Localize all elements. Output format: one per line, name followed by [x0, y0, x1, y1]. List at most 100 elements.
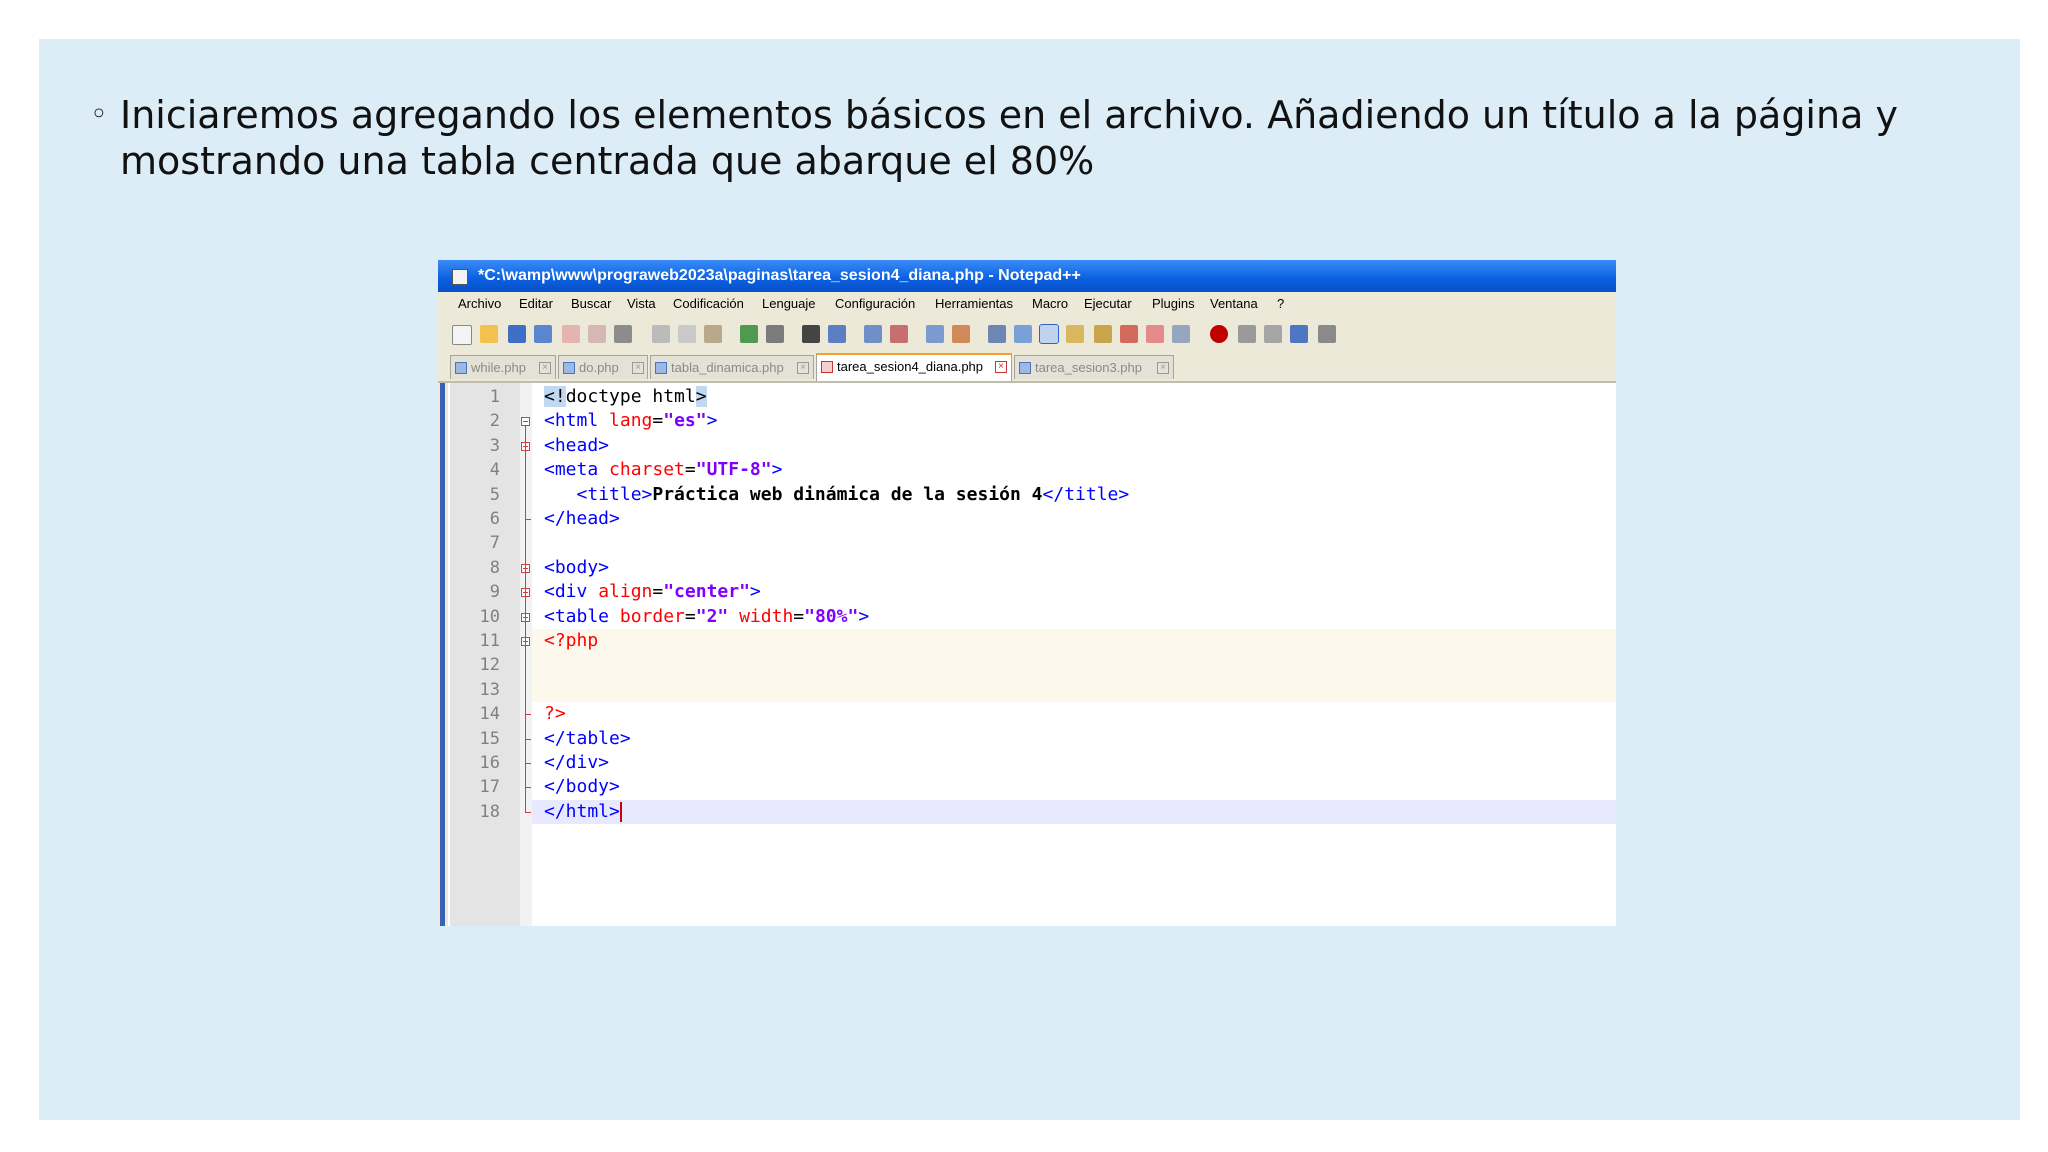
- document-map-icon[interactable]: [1094, 325, 1112, 343]
- function-list-icon[interactable]: [1120, 325, 1138, 343]
- code-line: <html lang="es">: [544, 409, 717, 433]
- sync-vertical-icon[interactable]: [926, 325, 944, 343]
- line-number: 4: [489, 460, 500, 481]
- menu-ventana[interactable]: Ventana: [1210, 292, 1258, 316]
- close-icon[interactable]: [562, 325, 580, 343]
- close-icon[interactable]: ×: [539, 362, 551, 374]
- code-token: =: [684, 605, 696, 627]
- fold-end-tick: [525, 714, 531, 716]
- close-icon[interactable]: ×: [632, 362, 644, 374]
- code-token: </title>: [1042, 483, 1130, 505]
- code-token: <meta: [544, 459, 610, 481]
- menu-plugins[interactable]: Plugins: [1152, 292, 1195, 316]
- code-line: <div align="center">: [544, 580, 761, 604]
- notepadpp-app-icon: [452, 269, 468, 285]
- menu-archivo[interactable]: Archivo: [458, 292, 501, 316]
- tab-tabla-dinamica-php[interactable]: tabla_dinamica.php ×: [650, 355, 814, 379]
- code-editor[interactable]: 1 2 3 4 5 6 7 8 9 10 11 12 13 14 15 16 17 18 <!doctype htm…: [438, 383, 1616, 926]
- zoom-in-icon[interactable]: [864, 325, 882, 343]
- menu-herramientas[interactable]: Herramientas: [935, 292, 1013, 316]
- menu-configuracion[interactable]: Configuración: [835, 292, 915, 316]
- zoom-out-icon[interactable]: [890, 325, 908, 343]
- notepadpp-screenshot: *C:\wamp\www\prograweb2023a\paginas\tare…: [438, 260, 1616, 926]
- close-icon[interactable]: ×: [1157, 362, 1169, 374]
- find-icon[interactable]: [802, 325, 820, 343]
- new-file-icon[interactable]: [452, 325, 472, 345]
- menu-editar[interactable]: Editar: [519, 292, 553, 316]
- menu-codificacion[interactable]: Codificación: [673, 292, 744, 316]
- print-icon[interactable]: [614, 325, 632, 343]
- file-icon: [563, 362, 575, 374]
- code-token: "2": [695, 605, 729, 627]
- line-number: 10: [479, 606, 500, 627]
- bullet-paragraph: ◦ Iniciaremos agregando los elementos bá…: [90, 92, 1950, 184]
- tab-label: tarea_sesion3.php: [1035, 360, 1142, 375]
- user-language-icon[interactable]: [1066, 325, 1084, 343]
- current-line-highlight: [532, 799, 1616, 825]
- monitoring-eye-icon[interactable]: [1172, 325, 1190, 343]
- line-number: 11: [479, 631, 500, 651]
- close-icon[interactable]: ×: [995, 361, 1007, 373]
- open-folder-icon[interactable]: [480, 325, 498, 343]
- menu-buscar[interactable]: Buscar: [571, 292, 611, 316]
- code-line: <head>: [544, 434, 609, 458]
- file-icon: [455, 362, 467, 374]
- tab-tarea-sesion3-php[interactable]: tarea_sesion3.php ×: [1014, 355, 1174, 379]
- paste-icon[interactable]: [704, 325, 722, 343]
- code-token: >: [749, 581, 761, 603]
- code-token: <head>: [544, 434, 610, 456]
- line-number: 8: [489, 557, 500, 578]
- save-icon[interactable]: [508, 325, 526, 343]
- copy-icon[interactable]: [678, 325, 696, 343]
- menu-lenguaje[interactable]: Lenguaje: [762, 292, 816, 316]
- save-all-icon[interactable]: [534, 325, 552, 343]
- code-token: >: [858, 605, 870, 627]
- fold-end-tick: [525, 811, 531, 813]
- line-number: 9: [489, 582, 500, 603]
- code-token: =: [684, 459, 696, 481]
- line-number: 3: [489, 435, 500, 456]
- folder-workspace-icon[interactable]: [1146, 325, 1164, 343]
- code-token: <div: [544, 581, 599, 603]
- code-token: lang: [609, 410, 653, 432]
- file-icon: [1019, 362, 1031, 374]
- bullet-marker: ◦: [90, 97, 108, 132]
- code-line: <table border="2" width="80%">: [544, 605, 869, 629]
- menu-bar: Archivo Editar Buscar Vista Codificación…: [438, 292, 1616, 316]
- cut-icon[interactable]: [652, 325, 670, 343]
- menu-macro[interactable]: Macro: [1032, 292, 1068, 316]
- close-icon[interactable]: ×: [797, 362, 809, 374]
- tab-tarea-sesion4-diana-php[interactable]: tarea_sesion4_diana.php ×: [816, 353, 1012, 381]
- window-titlebar[interactable]: *C:\wamp\www\prograweb2023a\paginas\tare…: [438, 260, 1616, 292]
- line-number: 16: [479, 753, 500, 773]
- word-wrap-icon[interactable]: [988, 325, 1006, 343]
- undo-icon[interactable]: [740, 325, 758, 343]
- save-macro-icon[interactable]: [1318, 325, 1336, 343]
- indent-guide-icon[interactable]: [1039, 324, 1059, 344]
- replace-icon[interactable]: [828, 325, 846, 343]
- run-macro-multiple-icon[interactable]: [1290, 325, 1308, 343]
- code-line: <!doctype html>: [544, 385, 707, 409]
- play-macro-icon[interactable]: [1264, 325, 1282, 343]
- close-all-icon[interactable]: [588, 325, 606, 343]
- code-line: <title>Práctica web dinámica de la sesió…: [544, 483, 1130, 507]
- tab-do-php[interactable]: do.php ×: [558, 355, 648, 379]
- code-token: "center": [663, 581, 750, 603]
- show-all-characters-icon[interactable]: [1014, 325, 1032, 343]
- menu-help[interactable]: ?: [1277, 292, 1284, 316]
- sync-horizontal-icon[interactable]: [952, 325, 970, 343]
- file-icon: [655, 362, 667, 374]
- menu-vista[interactable]: Vista: [627, 292, 656, 316]
- code-token: Práctica web dinámica de la sesión 4: [652, 483, 1043, 505]
- fold-toggle-icon[interactable]: [521, 417, 530, 427]
- redo-icon[interactable]: [766, 325, 784, 343]
- code-line: </div>: [544, 751, 609, 775]
- record-macro-icon[interactable]: [1210, 325, 1228, 343]
- stop-macro-icon[interactable]: [1238, 325, 1256, 343]
- tab-while-php[interactable]: while.php ×: [450, 355, 556, 379]
- text-caret: [619, 801, 622, 822]
- code-token: align: [598, 581, 653, 603]
- fold-margin[interactable]: [520, 383, 532, 926]
- menu-ejecutar[interactable]: Ejecutar: [1084, 292, 1132, 316]
